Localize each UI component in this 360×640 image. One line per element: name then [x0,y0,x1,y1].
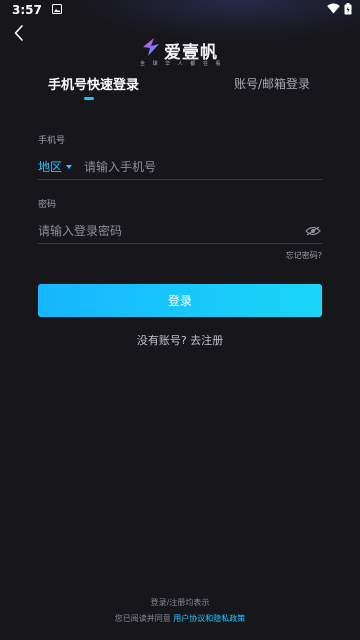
back-button[interactable] [8,22,30,44]
caret-down-icon [66,164,73,169]
chevron-left-icon [14,25,23,41]
phone-label: 手机号 [38,136,66,146]
user-agreement-link[interactable]: 用户协议和隐私政策 [173,614,245,623]
login-tabs: 手机号快速登录 账号/邮箱登录 [0,72,360,102]
status-bar: 3:57 [0,0,360,20]
region-selector[interactable]: 地区 [38,158,73,175]
eye-icon [305,226,321,235]
status-left: 3:57 [12,3,62,17]
image-notification-icon [51,3,62,17]
register-link[interactable]: 没有账号? 去注册 [0,332,360,348]
footer-line1: 登录/注册均表示 [150,598,210,607]
region-label: 地区 [38,160,63,174]
phone-field-row: 地区 [38,154,322,180]
password-label: 密码 [38,200,57,210]
logo-slogan: 全 球 华 人 都 在 看 [140,61,224,67]
password-visibility-toggle[interactable] [304,224,322,238]
tab-account-login[interactable]: 账号/邮箱登录 [234,75,310,92]
footer-line2: 您已阅读并同意 用户协议和隐私政策 [0,613,360,624]
footer-agree-text: 您已阅读并同意 [114,614,171,623]
app-logo: 爱壹帆 全 球 华 人 都 在 看 [140,36,230,70]
active-tab-indicator [84,97,94,100]
forgot-password-link[interactable]: 忘记密码? [286,250,322,261]
tab-phone-login[interactable]: 手机号快速登录 [48,74,139,93]
status-time: 3:57 [12,3,42,17]
logo-mark-icon [143,38,159,56]
battery-charging-icon [344,2,352,18]
password-field-row [38,218,322,244]
status-right [327,2,352,18]
login-button[interactable]: 登录 [38,284,322,317]
password-input[interactable] [38,218,304,243]
wifi-icon [327,3,340,17]
phone-input[interactable] [84,154,322,179]
